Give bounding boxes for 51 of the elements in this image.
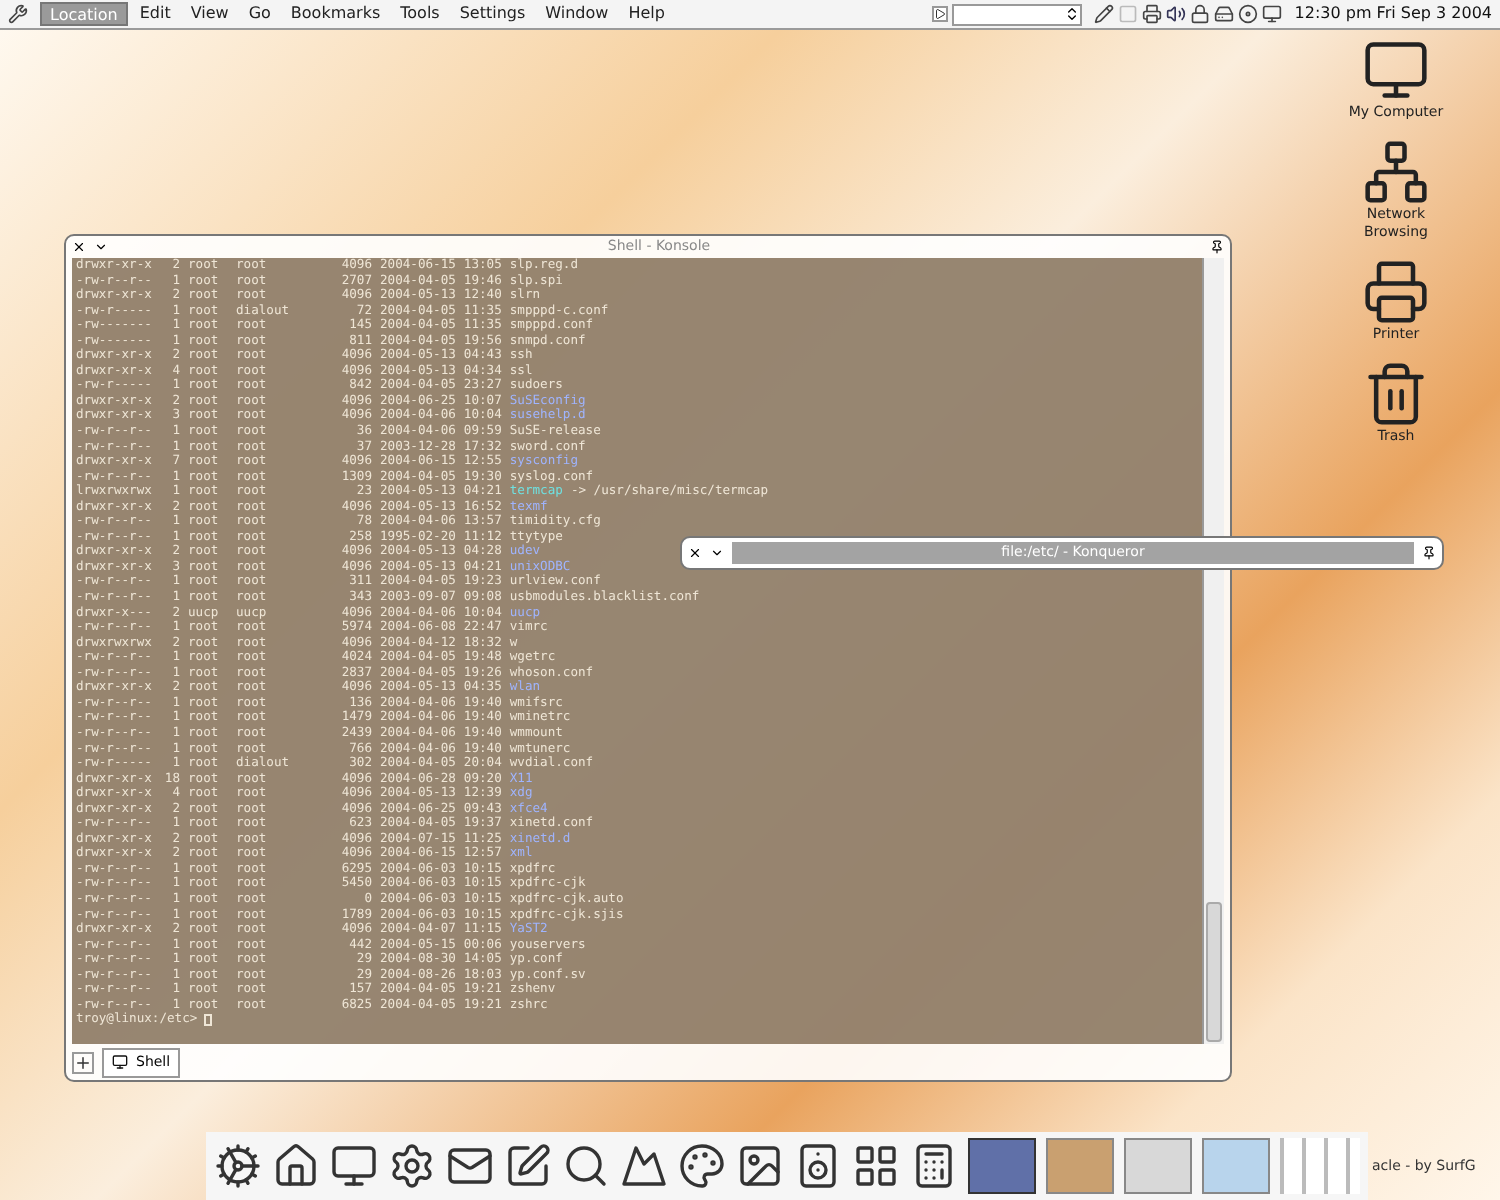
cog-icon[interactable] [214, 1142, 262, 1190]
new-tab-icon[interactable] [72, 1051, 94, 1073]
clock: 12:30 pm Fri Sep 3 2004 [1294, 2, 1492, 26]
monitor-icon [112, 1054, 128, 1070]
updown-icon [1064, 6, 1081, 22]
mail-icon[interactable] [446, 1142, 494, 1190]
pen-icon[interactable] [504, 1142, 552, 1190]
menu-item[interactable]: View [182, 2, 237, 26]
close-icon[interactable] [688, 546, 702, 560]
trash-icon[interactable] [1362, 360, 1430, 428]
menu-item[interactable]: Settings [451, 2, 534, 26]
settings-icon[interactable] [388, 1142, 436, 1190]
play-icon[interactable] [932, 6, 949, 22]
wrench-icon[interactable] [8, 4, 28, 24]
caret-icon[interactable] [710, 546, 724, 560]
desktop-thumbnail[interactable] [1124, 1138, 1192, 1194]
desktop-thumbnail[interactable] [1202, 1138, 1270, 1194]
image-icon[interactable] [736, 1142, 784, 1190]
text-cursor [203, 1014, 212, 1027]
menu-item[interactable]: Window [537, 2, 617, 26]
menu-item[interactable]: Edit [131, 2, 179, 26]
drive-icon[interactable] [1214, 4, 1235, 24]
lock-icon[interactable] [1190, 4, 1211, 24]
mountain-icon[interactable] [620, 1142, 668, 1190]
scrollbar-thumb[interactable] [1206, 902, 1222, 1042]
desktop-thumbnail[interactable] [1046, 1138, 1114, 1194]
home-icon[interactable] [272, 1142, 320, 1190]
disc-icon[interactable] [1238, 4, 1259, 24]
pin-icon[interactable] [1210, 240, 1224, 254]
search-icon[interactable] [562, 1142, 610, 1190]
network-icon[interactable] [1362, 138, 1430, 206]
printer-icon[interactable] [1362, 258, 1430, 326]
grid-icon[interactable] [852, 1142, 900, 1190]
menu-item[interactable]: Go [240, 2, 279, 26]
desktop-thumbnail[interactable] [968, 1138, 1036, 1194]
pencil-icon[interactable] [1094, 4, 1115, 24]
close-icon[interactable] [72, 240, 86, 254]
monitor-icon[interactable] [1362, 36, 1430, 104]
printer-icon[interactable] [1142, 4, 1163, 24]
speaker-icon[interactable] [1166, 4, 1187, 24]
pin-icon[interactable] [1422, 546, 1436, 560]
calculator-icon[interactable] [910, 1142, 958, 1190]
monitor-icon[interactable] [330, 1142, 378, 1190]
menu-item[interactable]: Bookmarks [282, 2, 389, 26]
speaker-icon[interactable] [794, 1142, 842, 1190]
monitor-icon[interactable] [1262, 4, 1283, 24]
scrollbar[interactable] [1202, 258, 1224, 1044]
menu-item[interactable]: Help [620, 2, 673, 26]
palette-icon[interactable] [678, 1142, 726, 1190]
caret-icon[interactable] [94, 240, 108, 254]
menu-item[interactable]: Tools [392, 2, 448, 26]
